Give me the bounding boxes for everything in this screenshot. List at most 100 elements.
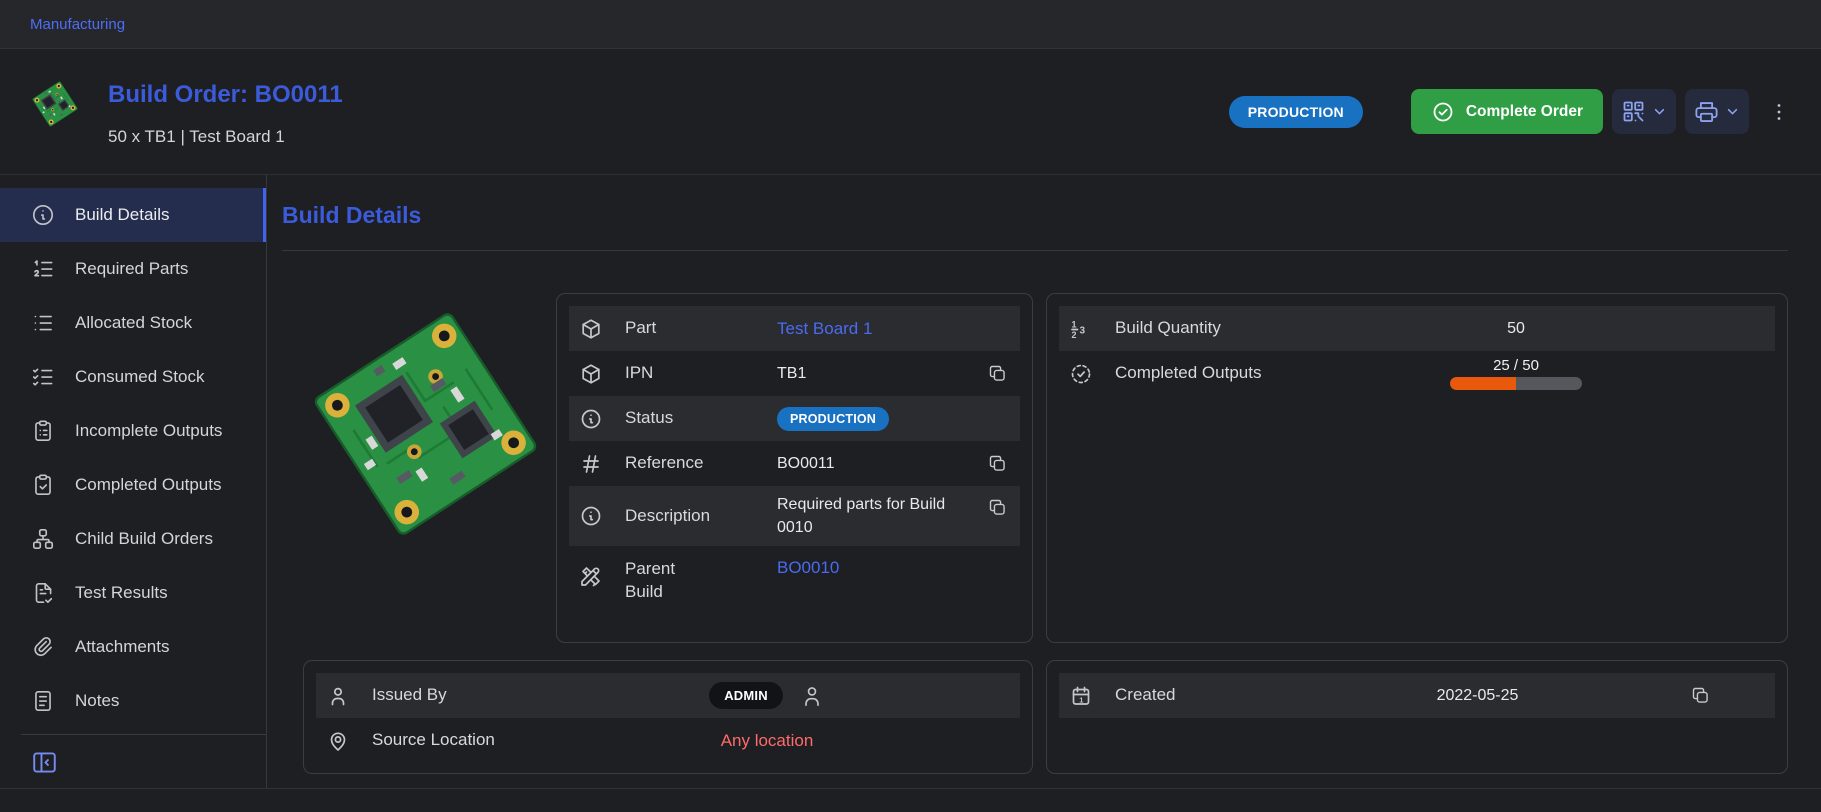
detail-row-issued-by: Issued By ADMIN [316, 673, 1020, 718]
field-label: Issued By [372, 684, 524, 707]
sidebar-item-attachments[interactable]: Attachments [0, 620, 266, 674]
info-circle-icon [579, 407, 603, 431]
collapse-sidebar-button[interactable] [30, 747, 60, 777]
sidebar-item-label: Child Build Orders [75, 529, 213, 549]
list-icon [30, 310, 56, 336]
page-header: Build Order: BO0011 50 x TB1 | Test Boar… [0, 49, 1821, 175]
chevron-down-icon [1651, 103, 1668, 120]
field-label: Created [1115, 684, 1267, 707]
box-icon [579, 362, 603, 386]
sidebar-item-build-details[interactable]: Build Details [0, 188, 266, 242]
clipboard-check-icon [30, 472, 56, 498]
sidebar-item-label: Notes [75, 691, 119, 711]
detail-row-parent-build: Parent BuildBO0010 [569, 546, 1020, 636]
box-icon [579, 317, 603, 341]
field-label: Completed Outputs [1115, 362, 1267, 385]
sidebar-item-child-build-orders[interactable]: Child Build Orders [0, 512, 266, 566]
part-image[interactable] [303, 293, 548, 555]
copy-icon [987, 497, 1008, 518]
detail-row-part: PartTest Board 1 [569, 306, 1020, 351]
user-icon [799, 683, 825, 709]
copy-button[interactable] [1688, 683, 1713, 708]
detail-row-build-quantity: 123Build Quantity50 [1059, 306, 1775, 351]
detail-row-ipn: IPNTB1 [569, 351, 1020, 396]
svg-text:3: 3 [1080, 325, 1086, 336]
notes-icon [30, 688, 56, 714]
build-quantity-value: 50 [1507, 320, 1525, 338]
sidebar-item-allocated-stock[interactable]: Allocated Stock [0, 296, 266, 350]
reference-value: BO0011 [777, 455, 835, 473]
sidebar-divider [21, 734, 266, 735]
info-circle-icon [579, 504, 603, 528]
paperclip-icon [30, 634, 56, 660]
field-label: Part [625, 317, 777, 340]
progress-check-icon [1069, 362, 1093, 386]
more-actions-button[interactable] [1763, 96, 1795, 128]
order-status-badge: PRODUCTION [1229, 96, 1363, 128]
chevron-down-icon [1724, 103, 1741, 120]
numbers-123-icon: 123 [1069, 317, 1093, 341]
source-location-value: Any location [721, 731, 814, 751]
build-details-card: PartTest Board 1IPNTB1StatusPRODUCTIONRe… [556, 293, 1033, 643]
created-card: 1Created2022-05-25 [1046, 660, 1788, 774]
calendar-icon: 1 [1069, 684, 1093, 708]
completed-outputs-progress: 25 / 50 [1450, 357, 1582, 390]
copy-icon [1690, 685, 1711, 706]
user-icon [326, 684, 350, 708]
sidebar-item-required-parts[interactable]: Required Parts [0, 242, 266, 296]
copy-button[interactable] [985, 361, 1010, 386]
sidebar-item-label: Completed Outputs [75, 475, 221, 495]
field-label: IPN [625, 362, 777, 385]
detail-row-completed-outputs: Completed Outputs 25 / 50 [1059, 351, 1775, 396]
info-circle-icon [30, 202, 56, 228]
sidebar-item-label: Attachments [75, 637, 170, 657]
part-link[interactable]: Test Board 1 [777, 319, 872, 339]
sidebar-item-label: Allocated Stock [75, 313, 192, 333]
pcb-image [303, 295, 548, 553]
hash-icon [579, 452, 603, 476]
breadcrumb-link[interactable]: Manufacturing [30, 16, 125, 33]
sidebar-item-consumed-stock[interactable]: Consumed Stock [0, 350, 266, 404]
detail-row-status: StatusPRODUCTION [569, 396, 1020, 441]
svg-text:1: 1 [1072, 319, 1077, 329]
qrcode-icon [1620, 98, 1647, 125]
barcode-actions-button[interactable] [1612, 89, 1676, 134]
sitemap-icon [30, 526, 56, 552]
copy-button[interactable] [985, 451, 1010, 476]
collapse-sidebar-icon [30, 748, 59, 777]
status-pill: PRODUCTION [777, 407, 889, 431]
tools-icon [579, 564, 603, 588]
print-actions-button[interactable] [1685, 89, 1749, 134]
description-value: Required parts for Build 0010 [777, 486, 985, 546]
main-content: Build Details PartTest Board 1IPNTB1Stat… [267, 175, 1821, 788]
issued-by-card: Issued By ADMIN Source LocationAny locatio… [303, 660, 1033, 774]
copy-button[interactable] [985, 495, 1010, 520]
circle-check-icon [1431, 100, 1455, 124]
ipn-value: TB1 [777, 365, 806, 383]
page-title: Build Order: BO0011 [108, 81, 343, 109]
dots-vertical-icon [1767, 100, 1791, 124]
parent-build-link[interactable]: BO0010 [777, 558, 839, 578]
build-quantity-card: 123Build Quantity50 Completed Outputs 25 /… [1046, 293, 1788, 643]
detail-row-reference: ReferenceBO0011 [569, 441, 1020, 486]
pcb-thumbnail-image [30, 79, 80, 129]
detail-row-source-location: Source LocationAny location [316, 718, 1020, 763]
sidebar-item-test-results[interactable]: Test Results [0, 566, 266, 620]
sidebar-item-label: Consumed Stock [75, 367, 204, 387]
sidebar-item-label: Incomplete Outputs [75, 421, 222, 441]
svg-text:2: 2 [1072, 330, 1077, 340]
list-check-icon [30, 364, 56, 390]
svg-text:1: 1 [1079, 695, 1083, 704]
sidebar-item-notes[interactable]: Notes [0, 674, 266, 728]
complete-order-button[interactable]: Complete Order [1411, 89, 1603, 134]
issued-by-badge: ADMIN [709, 682, 783, 709]
sidebar-item-completed-outputs[interactable]: Completed Outputs [0, 458, 266, 512]
detail-row-created: 1Created2022-05-25 [1059, 673, 1775, 718]
field-label: Reference [625, 452, 777, 475]
file-check-icon [30, 580, 56, 606]
sidebar-item-incomplete-outputs[interactable]: Incomplete Outputs [0, 404, 266, 458]
page-subtitle: 50 x TB1 | Test Board 1 [108, 127, 343, 147]
map-pin-icon [326, 729, 350, 753]
heading-divider [282, 250, 1788, 251]
part-thumbnail[interactable] [30, 79, 80, 129]
